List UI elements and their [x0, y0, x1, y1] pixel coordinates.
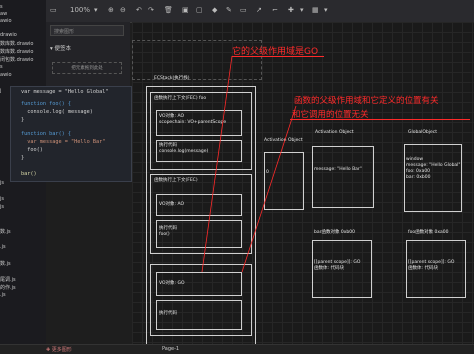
tree-item[interactable]: 数库数.drawio: [0, 40, 33, 47]
tree-item[interactable]: 数.js: [0, 228, 11, 235]
page-tab[interactable]: Page-1: [162, 346, 179, 352]
zoom-out-icon[interactable]: ⊖: [120, 6, 126, 14]
undo-icon[interactable]: ↶: [136, 6, 142, 14]
shapes-panel: 搜索图形 ▾ 便签本 把元素拖到此处: [46, 22, 130, 92]
tree-item[interactable]: 尾调.js: [0, 276, 16, 283]
line-color-icon[interactable]: ✎: [226, 6, 232, 14]
tree-item[interactable]: aw: [0, 11, 7, 17]
tree-item[interactable]: 闭包数.drawio: [0, 56, 33, 63]
code-line: console.log( message): [21, 109, 93, 115]
code-line: var message = "Hello Global": [21, 89, 109, 95]
code-editor[interactable]: var message = "Hello Global" function fo…: [10, 86, 132, 182]
code-line: function bar() {: [21, 131, 71, 137]
tree-item[interactable]: drawio: [0, 32, 17, 38]
tree-item[interactable]: 的作.js: [0, 284, 16, 291]
fill-color-icon[interactable]: ◆: [212, 6, 217, 14]
zoom-select[interactable]: 100%: [70, 6, 90, 14]
format-panel-icon[interactable]: ▭: [50, 6, 57, 14]
annotation-arrow: [241, 105, 297, 273]
waypoint-icon[interactable]: ⌐: [272, 6, 278, 14]
tree-item[interactable]: awio: [0, 72, 12, 78]
connector-icon[interactable]: ↗: [256, 6, 262, 14]
more-shapes-label: 更多图形: [51, 347, 72, 353]
tree-item[interactable]: .js: [0, 292, 6, 298]
tree-item[interactable]: 数库数.drawio: [0, 48, 33, 55]
code-line: function foo() {: [21, 101, 71, 107]
scratchpad-label: 便签本: [54, 46, 72, 52]
delete-icon[interactable]: 🗑: [164, 6, 173, 14]
scratchpad-drop-area[interactable]: 把元素拖到此处: [52, 62, 122, 74]
search-input[interactable]: 搜索图形: [50, 25, 124, 36]
tree-item[interactable]: s: [0, 64, 3, 70]
annotation-arrows: [201, 55, 297, 273]
more-shapes-link[interactable]: ✚ 更多图形: [46, 346, 72, 353]
redo-icon[interactable]: ↷: [148, 6, 154, 14]
zoom-in-icon[interactable]: ⊕: [108, 6, 114, 14]
shadow-icon[interactable]: ▭: [240, 6, 247, 14]
code-line: }: [21, 155, 25, 161]
table-icon[interactable]: ▦: [312, 6, 319, 14]
tree-item[interactable]: awio: [0, 18, 12, 24]
toolbar: ▭ 100% ▾ ⊕ ⊖ ↶ ↷ 🗑 ▣ ▢ ◆ ✎ ▭ ↗ ⌐ ✚ ▾ ▦ ▾: [46, 0, 474, 23]
chevron-down-icon[interactable]: ▾: [300, 6, 304, 14]
to-back-icon[interactable]: ▢: [196, 6, 203, 14]
code-line: bar(): [21, 171, 37, 177]
tree-item[interactable]: js: [0, 204, 4, 210]
tree-item[interactable]: js: [0, 196, 4, 202]
chevron-down-icon[interactable]: ▾: [324, 6, 328, 14]
tree-item[interactable]: 数.js: [0, 260, 11, 267]
code-line: foo(): [21, 147, 43, 153]
chevron-down-icon[interactable]: ▾: [94, 6, 98, 14]
tree-item[interactable]: s: [0, 4, 3, 10]
insert-icon[interactable]: ✚: [288, 6, 294, 14]
diagram-canvas[interactable]: ECStack(执行栈) 函数执行上下文(FEC) foo VO对象: AO s…: [132, 22, 474, 350]
annotation-arrow: [201, 55, 233, 273]
tree-item[interactable]: j: [0, 88, 1, 94]
tree-item[interactable]: js: [0, 180, 4, 186]
to-front-icon[interactable]: ▣: [182, 6, 189, 14]
tree-item[interactable]: .js: [0, 244, 6, 250]
code-line: }: [21, 117, 25, 123]
code-line: var message = "Hello Bar": [21, 139, 106, 145]
scratchpad-header[interactable]: ▾ 便签本: [50, 44, 71, 52]
